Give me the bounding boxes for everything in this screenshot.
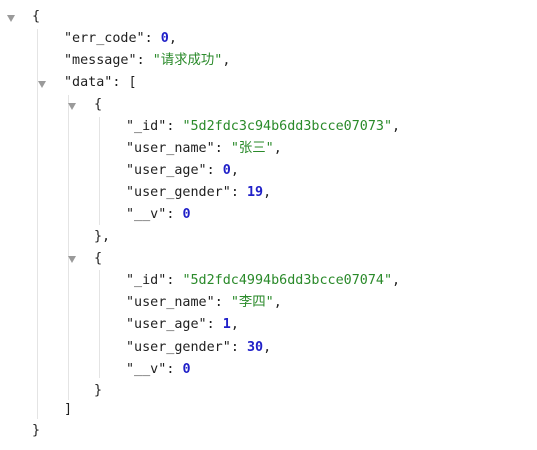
root-close-brace: } (32, 423, 41, 438)
item-2-row-user-age: "user_age": 1, (126, 317, 239, 332)
item-2-key-v: "__v" (126, 362, 167, 377)
row-data: "data": [ (64, 75, 137, 90)
collapse-data-toggle-icon[interactable] (38, 81, 46, 88)
item-2-value-id: "5d2fdc4994b6dd3bcce07074" (182, 273, 393, 288)
item-1-key-user-name: "user_name" (126, 141, 215, 156)
indent-guide-item-2 (99, 270, 100, 378)
item-1-row-v: "__v": 0 (126, 207, 191, 222)
item-2-value-user-name: "李四" (230, 295, 274, 310)
collapse-item-1-toggle-icon[interactable] (68, 103, 76, 110)
item-2-open-brace: { (94, 251, 103, 266)
indent-guide-item-1 (99, 117, 100, 225)
item-2-row-v: "__v": 0 (126, 362, 191, 377)
item-1-key-user-gender: "user_gender" (126, 185, 231, 200)
item-2-value-user-gender: 30 (246, 340, 264, 355)
value-err-code: 0 (160, 31, 169, 46)
item-1-close-brace: }, (94, 229, 111, 244)
key-data: "data" (64, 75, 113, 90)
item-2-row-user-name: "user_name": "李四", (126, 295, 282, 310)
item-2-value-user-age: 1 (222, 317, 231, 332)
indent-guide-data (68, 95, 69, 400)
item-1-row-id: "_id": "5d2fdc3c94b6dd3bcce07073", (126, 119, 401, 134)
item-2-row-user-gender: "user_gender": 30, (126, 340, 272, 355)
item-1-key-user-age: "user_age" (126, 163, 207, 178)
item-1-value-v: 0 (182, 207, 191, 222)
item-1-row-user-gender: "user_gender": 19, (126, 185, 272, 200)
row-err-code: "err_code": 0, (64, 31, 177, 46)
key-err-code: "err_code" (64, 31, 145, 46)
item-1-key-v: "__v" (126, 207, 167, 222)
item-2-key-id: "_id" (126, 273, 167, 288)
json-viewer: { "err_code": 0, "message": "请求成功", "dat… (0, 0, 537, 450)
item-1-open-brace: { (94, 97, 103, 112)
root-open-brace: { (32, 9, 41, 24)
item-2-row-id: "_id": "5d2fdc4994b6dd3bcce07074", (126, 273, 401, 288)
item-1-value-user-gender: 19 (246, 185, 264, 200)
item-1-row-user-name: "user_name": "张三", (126, 141, 282, 156)
item-1-value-id: "5d2fdc3c94b6dd3bcce07073" (182, 119, 393, 134)
collapse-item-2-toggle-icon[interactable] (68, 256, 76, 263)
item-2-close-brace: } (94, 383, 103, 398)
value-message: "请求成功" (152, 53, 223, 68)
item-1-value-user-name: "张三" (230, 141, 274, 156)
item-2-key-user-name: "user_name" (126, 295, 215, 310)
item-2-value-v: 0 (182, 362, 191, 377)
collapse-root-toggle-icon[interactable] (7, 15, 15, 22)
item-2-key-user-age: "user_age" (126, 317, 207, 332)
item-1-key-id: "_id" (126, 119, 167, 134)
key-message: "message" (64, 53, 137, 68)
item-1-row-user-age: "user_age": 0, (126, 163, 239, 178)
item-2-key-user-gender: "user_gender" (126, 340, 231, 355)
row-message: "message": "请求成功", (64, 53, 231, 68)
item-1-value-user-age: 0 (222, 163, 231, 178)
data-close-bracket: ] (64, 402, 73, 417)
